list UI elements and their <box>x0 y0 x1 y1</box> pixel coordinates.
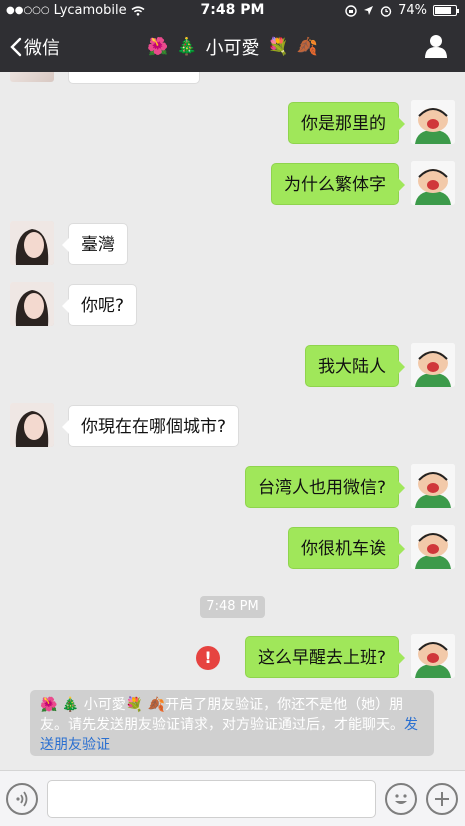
cartoon-avatar-icon <box>411 343 455 387</box>
message-bubble[interactable]: 为什么繁体字 <box>271 163 405 205</box>
message-bubble[interactable]: 你現在在哪個城市? <box>61 405 240 447</box>
plus-icon <box>435 792 449 806</box>
message-input[interactable] <box>47 780 376 818</box>
status-right: 74% <box>345 3 459 18</box>
message-bubble[interactable]: 臺灣 <box>62 223 128 265</box>
input-bar <box>0 770 465 826</box>
contact-avatar[interactable] <box>10 403 54 447</box>
message-row: 为什么繁体字 <box>0 161 465 207</box>
girl-avatar-icon <box>10 282 54 326</box>
voice-button[interactable] <box>6 783 38 815</box>
message-bubble[interactable]: 你是那里的 <box>288 102 405 144</box>
message-bubble-partial[interactable] <box>68 72 200 84</box>
bouquet-emoji-icon: 💐 <box>267 37 289 57</box>
emoji-button[interactable] <box>385 783 417 815</box>
emoji-icon <box>395 794 407 804</box>
battery-icon <box>433 5 459 16</box>
location-icon <box>364 6 374 15</box>
contact-name: 小可愛 <box>205 38 260 59</box>
my-avatar[interactable] <box>411 634 455 678</box>
tree-emoji-icon: 🎄 <box>61 697 80 713</box>
cartoon-avatar-icon <box>411 464 455 508</box>
rotation-lock-icon <box>345 4 357 17</box>
cartoon-avatar-icon <box>411 634 455 678</box>
message-bubble[interactable]: 我大陆人 <box>305 345 405 387</box>
contact-avatar[interactable] <box>10 282 54 326</box>
my-avatar[interactable] <box>411 464 455 508</box>
voice-icon <box>16 791 28 807</box>
leaf-emoji-icon: 🍂 <box>147 697 166 713</box>
message-bubble[interactable]: 你很机车诶 <box>288 527 405 569</box>
flower-emoji-icon: 🌺 <box>147 37 169 57</box>
flower-emoji-icon: 🌺 <box>40 697 58 713</box>
message-bubble[interactable]: 这么早醒去上班? <box>244 636 406 678</box>
notice-contact-name: 小可愛 <box>83 697 126 713</box>
message-bubble[interactable]: 台湾人也用微信? <box>244 466 406 508</box>
person-icon[interactable] <box>425 34 447 58</box>
message-row: 你呢? <box>0 282 465 328</box>
message-row: 你現在在哪個城市? <box>0 403 465 449</box>
chat-title: 🌺 🎄 小可愛 💐 🍂 <box>0 34 465 60</box>
status-bar: ●●○○○ Lycamobile 7:48 PM 74% <box>0 0 465 22</box>
message-bubble[interactable]: 你呢? <box>61 284 138 326</box>
leaf-emoji-icon: 🍂 <box>296 37 318 57</box>
timestamp-label: 7:48 PM <box>200 596 265 618</box>
cartoon-avatar-icon <box>411 161 455 205</box>
cartoon-avatar-icon <box>411 100 455 144</box>
avatar-partial[interactable] <box>10 72 54 82</box>
my-avatar[interactable] <box>411 343 455 387</box>
header: ●●○○○ Lycamobile 7:48 PM 74% 微信 🌺 🎄 小可愛 … <box>0 0 465 72</box>
tree-emoji-icon: 🎄 <box>176 37 198 57</box>
alarm-icon <box>380 5 392 17</box>
message-row: 你很机车诶 <box>0 525 465 571</box>
my-avatar[interactable] <box>411 161 455 205</box>
chat-area[interactable]: 你是那里的 为什么繁体字 臺灣 你呢? 我大陆人 你現在在哪個城市? 台湾人也用… <box>0 72 465 770</box>
message-row: 这么早醒去上班? <box>0 634 465 680</box>
message-row: 臺灣 <box>0 221 465 267</box>
girl-avatar-icon <box>10 403 54 447</box>
bouquet-emoji-icon: 💐 <box>125 697 144 713</box>
nav-bar: 微信 🌺 🎄 小可愛 💐 🍂 <box>0 22 465 72</box>
message-row: 你是那里的 <box>0 100 465 146</box>
friend-verification-notice: 🌺 🎄 小可愛💐 🍂开启了朋友验证，你还不是他（她）朋友。请先发送朋友验证请求，… <box>30 690 434 756</box>
more-button[interactable] <box>426 783 458 815</box>
battery-percent: 74% <box>398 3 427 18</box>
girl-avatar-icon <box>10 221 54 265</box>
my-avatar[interactable] <box>411 525 455 569</box>
cartoon-avatar-icon <box>411 525 455 569</box>
message-row: 台湾人也用微信? <box>0 464 465 510</box>
contact-avatar[interactable] <box>10 221 54 265</box>
message-row: 我大陆人 <box>0 343 465 389</box>
my-avatar[interactable] <box>411 100 455 144</box>
